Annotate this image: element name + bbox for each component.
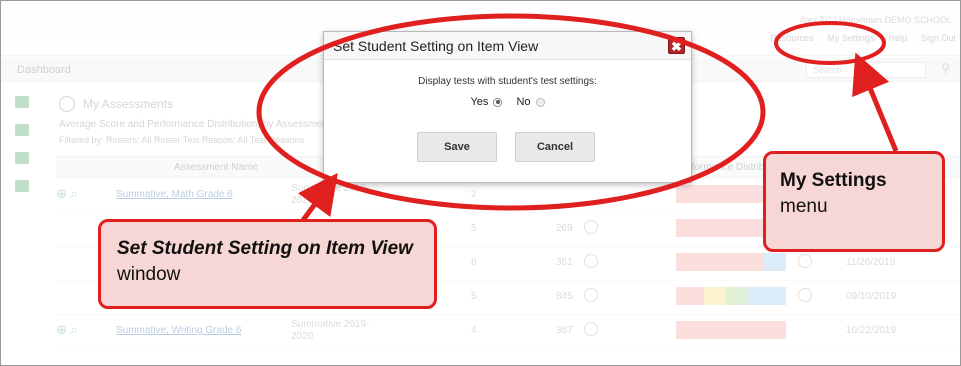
info-icon[interactable] [584, 220, 598, 234]
row-count: 367 [556, 325, 573, 336]
assessment-type: Summative 2019-2020 [291, 319, 370, 342]
performance-bar[interactable] [676, 253, 786, 271]
rail-icon-1[interactable] [15, 96, 29, 108]
info-icon[interactable] [798, 288, 812, 302]
dashboard-title: Dashboard [17, 64, 71, 76]
callout-modal-window: Set Student Setting on Item View window [98, 219, 437, 309]
performance-bar[interactable] [676, 287, 786, 305]
modal-header: Set Student Setting on Item View ✖ [324, 32, 691, 60]
search-input[interactable]: Search [806, 62, 926, 78]
row-count: 845 [556, 291, 573, 302]
student-setting-modal: Set Student Setting on Item View ✖ Displ… [323, 31, 692, 183]
card-title-text: My Assessments [83, 97, 174, 111]
row-number: 5 [471, 223, 477, 234]
row-number: 6 [471, 257, 477, 268]
top-links: Resources My Settings Help Sign Out [770, 33, 956, 43]
info-icon[interactable] [584, 322, 598, 336]
setting-radio-group: Yes No [324, 96, 691, 108]
sign-out-link[interactable]: Sign Out [921, 33, 956, 43]
assessment-link[interactable]: Summative, Writing Grade 6 [116, 325, 241, 336]
performance-bar[interactable] [676, 321, 786, 339]
row-count: 361 [556, 257, 573, 268]
my-settings-link[interactable]: My Settings [827, 33, 874, 43]
close-icon[interactable]: ✖ [668, 37, 685, 54]
rail-icon-3[interactable] [15, 152, 29, 164]
callout-right-bold: My Settings [780, 170, 887, 191]
column-assessment-name[interactable]: Assessment Name [174, 162, 258, 173]
screenshot-frame: Alex TC | Hometown DEMO SCHOOL Resources… [0, 0, 961, 366]
card-subtitle: Average Score and Performance Distributi… [59, 119, 331, 130]
info-icon[interactable] [584, 288, 598, 302]
assessment-type: Summative 2019-2020 [291, 183, 370, 206]
collapse-icon[interactable] [59, 96, 75, 112]
radio-yes-label: Yes [470, 96, 489, 108]
resources-link[interactable]: Resources [770, 33, 813, 43]
left-rail [15, 96, 37, 192]
radio-no-label: No [516, 96, 531, 108]
help-link[interactable]: Help [888, 33, 907, 43]
modal-title: Set Student Setting on Item View [333, 38, 539, 54]
radio-no[interactable] [535, 97, 545, 107]
assessment-link[interactable]: Summative, Math Grade 6 [116, 189, 233, 200]
row-number: 5 [471, 291, 477, 302]
row-number: 4 [471, 325, 477, 336]
row-count: 269 [556, 223, 573, 234]
row-date: 11/26/2019 [846, 257, 896, 268]
row-number: 2 [471, 189, 477, 200]
rail-icon-2[interactable] [15, 124, 29, 136]
radio-option-no[interactable]: No [516, 96, 545, 108]
setting-question: Display tests with student's test settin… [418, 76, 597, 87]
callout-left-rest: window [117, 264, 181, 285]
info-icon[interactable] [798, 254, 812, 268]
callout-left-italic: Set Student Setting on Item View [117, 238, 413, 259]
info-icon[interactable] [584, 254, 598, 268]
card-filter: Filtered by: Rosters: All Roster Test Re… [59, 135, 305, 145]
search-icon[interactable]: ⚲ [941, 61, 950, 75]
cancel-button[interactable]: Cancel [515, 132, 595, 162]
table-row: ⊕ ⌕ Summative, Writing Grade 6 Summative… [56, 315, 960, 349]
radio-yes[interactable] [493, 97, 503, 107]
user-info: Alex TC | Hometown DEMO SCHOOL [799, 15, 952, 25]
callout-right-rest: menu [780, 196, 828, 217]
save-button[interactable]: Save [417, 132, 497, 162]
row-actions-icon[interactable]: ⊕ ⌕ [56, 186, 78, 202]
radio-option-yes[interactable]: Yes [470, 96, 503, 108]
callout-my-settings: My Settings menu [763, 151, 945, 252]
row-date: 10/22/2019 [846, 325, 897, 336]
row-date: 09/10/2019 [846, 291, 897, 302]
rail-icon-4[interactable] [15, 180, 29, 192]
row-actions-icon[interactable]: ⊕ ⌕ [56, 322, 78, 338]
card-title: My Assessments [59, 96, 173, 112]
